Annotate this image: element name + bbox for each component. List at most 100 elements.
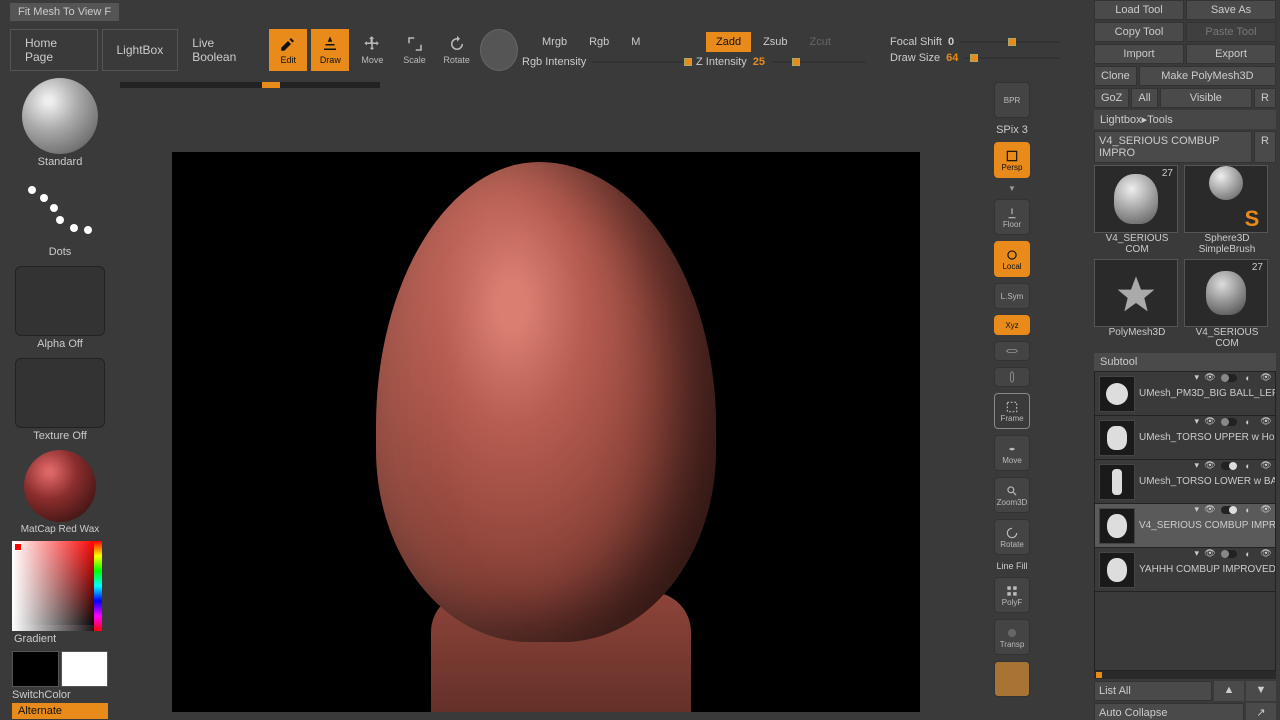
xyz-label: Xyz [1005, 321, 1018, 330]
z-intensity-label: Z Intensity [696, 56, 747, 68]
copy-tool-button[interactable]: Copy Tool [1094, 22, 1184, 42]
alternate-button[interactable]: Alternate [12, 703, 108, 719]
transp-button[interactable]: Transp [994, 619, 1030, 655]
paste-tool-button[interactable]: Paste Tool [1186, 22, 1276, 42]
xyz-button[interactable]: Xyz [994, 315, 1030, 335]
gizmo-button[interactable] [480, 29, 518, 71]
rgb-intensity-slider[interactable] [592, 61, 692, 63]
subtool-item[interactable]: ▾👁◐👁 UMesh_PM3D_BIG BALL_LEFT [1095, 372, 1275, 416]
clone-button[interactable]: Clone [1094, 66, 1137, 86]
goz-button[interactable]: GoZ [1094, 88, 1129, 108]
subtool-name: UMesh_TORSO LOWER w BALL [1135, 476, 1275, 487]
polyf-button[interactable]: PolyF [994, 577, 1030, 613]
make-polymesh-button[interactable]: Make PolyMesh3D [1139, 66, 1276, 86]
tool-thumb-3[interactable]: PolyMesh3D [1094, 259, 1180, 349]
texture-selector[interactable]: Texture Off [12, 356, 108, 446]
zcut-mode[interactable]: Zcut [800, 32, 841, 52]
lightbox-button[interactable]: LightBox [102, 29, 179, 71]
subtool-item[interactable]: ▾👁◐👁 UMesh_TORSO UPPER w Hole 1 [1095, 416, 1275, 460]
persp-button[interactable]: Persp [994, 142, 1030, 178]
m-mode[interactable]: M [621, 32, 650, 52]
edit-tool[interactable]: Edit [269, 29, 307, 71]
current-tool-name[interactable]: V4_SERIOUS COMBUP IMPRO [1094, 131, 1252, 163]
subtool-item[interactable]: ▾👁◐👁 UMesh_TORSO LOWER w BALL [1095, 460, 1275, 504]
collapse-arrow[interactable]: ↗ [1246, 703, 1276, 720]
left-panel: Standard Dots Alpha Off Texture Off MatC… [12, 76, 108, 719]
eye-icon[interactable]: 👁 [1259, 372, 1273, 383]
color-picker[interactable]: Gradient [12, 541, 108, 649]
tool-thumb-2[interactable]: S Sphere3D SimpleBrush [1184, 165, 1270, 255]
tool-r-button[interactable]: R [1254, 131, 1276, 163]
load-tool-button[interactable]: Load Tool [1094, 0, 1184, 20]
eye-icon[interactable]: 👁 [1203, 372, 1217, 383]
auto-collapse-button[interactable]: Auto Collapse [1094, 703, 1244, 720]
swatch-black[interactable] [12, 651, 59, 687]
rotate-tool[interactable]: Rotate [438, 29, 476, 71]
ghost-button[interactable] [994, 661, 1030, 697]
lsym-label: L.Sym [1001, 292, 1024, 301]
tool-thumb-1[interactable]: 27 V4_SERIOUS COM [1094, 165, 1180, 255]
swatch-white[interactable] [61, 651, 108, 687]
subtool-item[interactable]: ▾👁◐👁 YAHHH COMBUP IMPROVED E [1095, 548, 1275, 592]
scale-label: Scale [403, 55, 426, 65]
tool-thumb-4[interactable]: 27 V4_SERIOUS COM [1184, 259, 1270, 349]
zoom3d-button[interactable]: Zoom3D [994, 477, 1030, 513]
scrollbar-handle[interactable] [1096, 672, 1102, 678]
live-boolean-button[interactable]: Live Boolean [182, 29, 265, 71]
frame-button[interactable]: Frame [994, 393, 1030, 429]
local-button[interactable]: Local [994, 241, 1030, 277]
rgb-mode[interactable]: Rgb [579, 32, 619, 52]
move-view-button[interactable]: Move [994, 435, 1030, 471]
move-up-button[interactable]: ▲ [1214, 681, 1244, 701]
goz-all-button[interactable]: All [1131, 88, 1157, 108]
scale-tool[interactable]: Scale [395, 29, 433, 71]
subtool-name: YAHHH COMBUP IMPROVED E [1135, 564, 1275, 575]
lsym-button[interactable]: L.Sym [994, 283, 1030, 309]
subtool-list: ▾👁◐👁 UMesh_PM3D_BIG BALL_LEFT ▾👁◐👁 UMesh… [1094, 371, 1276, 671]
save-as-button[interactable]: Save As [1186, 0, 1276, 20]
goz-visible-button[interactable]: Visible [1160, 88, 1252, 108]
draw-size-label: Draw Size [890, 52, 940, 64]
export-button[interactable]: Export [1186, 44, 1276, 64]
list-all-button[interactable]: List All [1094, 681, 1212, 701]
focal-shift-slider[interactable] [960, 41, 1060, 43]
canvas-area [120, 82, 1030, 720]
floor-button[interactable]: Floor [994, 199, 1030, 235]
material-label: MatCap Red Wax [12, 522, 108, 539]
rotate-label: Rotate [443, 55, 470, 65]
material-selector[interactable]: MatCap Red Wax [12, 448, 108, 539]
polyf-label: PolyF [1002, 598, 1022, 607]
move-down-button[interactable]: ▼ [1246, 681, 1276, 701]
chevron-down-icon[interactable]: ▾ [1194, 372, 1199, 383]
focal-shift-label: Focal Shift [890, 36, 942, 48]
zsub-mode[interactable]: Zsub [753, 32, 797, 52]
move-tool[interactable]: Move [353, 29, 391, 71]
goz-r-button[interactable]: R [1254, 88, 1276, 108]
viewport-3d[interactable] [172, 152, 920, 712]
z-intensity-slider[interactable] [771, 61, 866, 63]
floor-label: Floor [1003, 220, 1021, 229]
z-intensity-value: 25 [753, 56, 765, 68]
rot-y-icon[interactable] [994, 341, 1030, 361]
draw-size-slider[interactable] [964, 57, 1060, 59]
bpr-button[interactable]: BPR [994, 82, 1030, 118]
lightbox-tools-button[interactable]: Lightbox▸Tools [1094, 110, 1276, 129]
subtool-header[interactable]: Subtool [1094, 353, 1276, 371]
timeline-bar[interactable] [120, 82, 380, 88]
alpha-selector[interactable]: Alpha Off [12, 264, 108, 354]
zadd-mode[interactable]: Zadd [706, 32, 751, 52]
switchcolor-button[interactable]: SwitchColor [12, 689, 108, 701]
import-button[interactable]: Import [1094, 44, 1184, 64]
stroke-selector[interactable]: Dots [12, 174, 108, 262]
rotate-view-button[interactable]: Rotate [994, 519, 1030, 555]
home-page-button[interactable]: Home Page [10, 29, 98, 71]
transp-label: Transp [1000, 640, 1025, 649]
brush-selector[interactable]: Standard [12, 76, 108, 172]
draw-tool[interactable]: Draw [311, 29, 349, 71]
mrgb-mode[interactable]: Mrgb [532, 32, 577, 52]
rot-x-icon[interactable] [994, 367, 1030, 387]
subtool-item-selected[interactable]: ▾👁◐👁 V4_SERIOUS COMBUP IMPROV [1095, 504, 1275, 548]
bpr-label: BPR [1004, 96, 1020, 105]
brush-label: Standard [12, 154, 108, 172]
subtool-toggle[interactable] [1221, 374, 1237, 382]
